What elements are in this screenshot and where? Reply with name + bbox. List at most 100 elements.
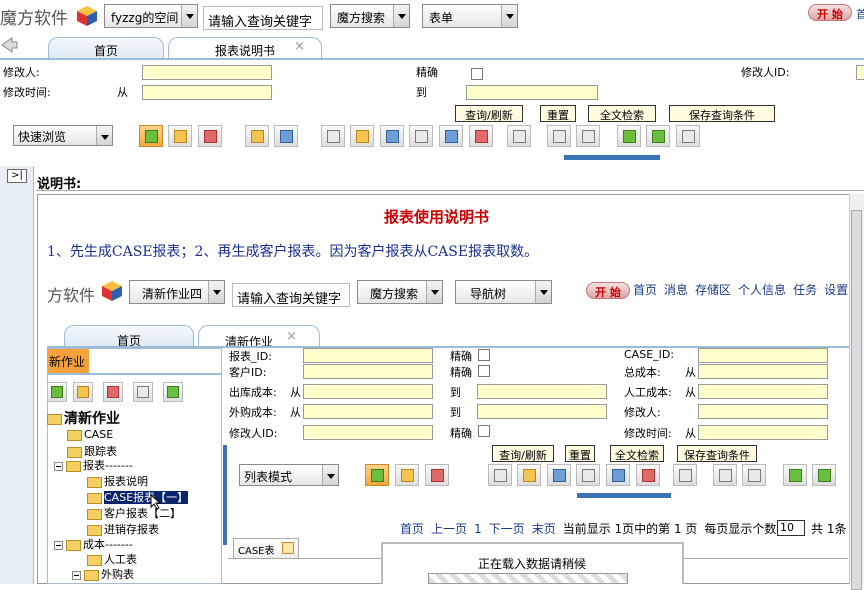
tree-delete-icon[interactable] — [103, 382, 123, 402]
tree-item-case-report[interactable]: CASE报表【一】 — [87, 489, 189, 505]
back-arrow-icon[interactable] — [0, 36, 18, 54]
delete-icon[interactable] — [198, 125, 222, 147]
inner-delete-icon[interactable] — [425, 464, 449, 486]
inner-filter-icon[interactable] — [673, 464, 697, 486]
filter-icon[interactable] — [507, 125, 531, 147]
refresh-icon[interactable] — [439, 125, 463, 147]
inner-copy-icon[interactable] — [395, 464, 419, 486]
out-cost-to-input[interactable] — [477, 384, 607, 399]
modifier-input[interactable] — [698, 404, 828, 419]
exact-checkbox[interactable] — [478, 349, 490, 361]
inner-play-icon[interactable] — [783, 464, 807, 486]
start-button[interactable]: 开 始 — [808, 4, 852, 21]
tree-export-icon[interactable] — [133, 382, 153, 402]
labor-cost-input[interactable] — [698, 384, 828, 399]
tree-item-cost[interactable]: 成本------- — [54, 536, 133, 552]
query-refresh-button[interactable]: 查询/刷新 — [455, 105, 523, 122]
side-tab-work[interactable]: 新作业 — [47, 349, 89, 373]
collapse-bar[interactable] — [564, 155, 660, 160]
inner-collapse-bar[interactable] — [577, 493, 671, 498]
pencil-icon[interactable] — [350, 125, 374, 147]
case-id-input[interactable] — [698, 348, 828, 363]
export-icon[interactable] — [547, 125, 571, 147]
nav-link-profile[interactable]: 个人信息 — [738, 283, 786, 297]
new-record-icon[interactable] — [139, 125, 163, 147]
view-mode-select[interactable]: 快速浏览 — [13, 125, 113, 146]
pager-prev[interactable]: 上一页 — [431, 522, 467, 536]
inner-image-icon[interactable] — [742, 464, 766, 486]
inner-refresh-icon[interactable] — [606, 464, 630, 486]
collapse-icon[interactable] — [54, 461, 63, 471]
nav-link-tasks[interactable]: 任务 — [793, 283, 817, 297]
inner-tab-work[interactable]: 清新作业 × — [198, 325, 320, 349]
exact-checkbox[interactable] — [478, 425, 490, 437]
edit-icon[interactable] — [245, 125, 269, 147]
tree-item-reports[interactable]: 报表------- — [54, 457, 133, 473]
step-icon[interactable] — [646, 125, 670, 147]
space-dropdown[interactable]: fyzzg的空间 — [104, 4, 198, 28]
close-icon[interactable]: × — [286, 329, 297, 344]
outsource-cost-from-input[interactable] — [303, 404, 433, 419]
nav-tree-dropdown[interactable]: 导航树 — [455, 280, 552, 304]
tree-new-icon[interactable] — [47, 382, 67, 402]
inner-start-button[interactable]: 开 始 — [586, 282, 630, 299]
inner-window-icon[interactable] — [636, 464, 660, 486]
out-cost-from-input[interactable] — [303, 384, 433, 399]
tree-play-icon[interactable] — [163, 382, 183, 402]
window-icon[interactable] — [469, 125, 493, 147]
modifier-input[interactable] — [142, 65, 272, 80]
inner-export-icon[interactable] — [713, 464, 737, 486]
tree-item-outsource[interactable]: 外购表 — [72, 566, 134, 582]
print-icon[interactable] — [321, 125, 345, 147]
inner-new-icon[interactable] — [365, 464, 389, 486]
total-cost-input[interactable] — [698, 364, 828, 379]
inner-reset-button[interactable]: 重置 — [565, 445, 595, 462]
collapse-icon[interactable] — [72, 570, 81, 580]
modified-time-to-input[interactable] — [466, 85, 598, 100]
modified-time-from-input[interactable] — [142, 85, 272, 100]
tree-item-customer-report[interactable]: 客户报表【二】 — [87, 505, 181, 521]
scrollbar-thumb[interactable] — [851, 210, 862, 590]
per-page-input[interactable]: 10 — [777, 520, 805, 536]
notes-icon[interactable] — [380, 125, 404, 147]
inner-search-input[interactable]: 请输入查询关键字 — [232, 283, 350, 307]
save-query-button[interactable]: 保存查询条件 — [669, 105, 775, 122]
inner-pencil-icon[interactable] — [517, 464, 541, 486]
tab-report-manual[interactable]: 报表说明书 × — [168, 37, 322, 59]
tab-home[interactable]: 首页 — [48, 37, 164, 59]
nav-link-messages[interactable]: 消息 — [664, 283, 688, 297]
exit-icon[interactable] — [676, 125, 700, 147]
image-icon[interactable] — [576, 125, 600, 147]
nav-link-home[interactable]: 首页 — [633, 283, 657, 297]
expand-icon[interactable]: >| — [7, 169, 27, 183]
exact-checkbox[interactable] — [478, 365, 490, 377]
inner-print-icon[interactable] — [488, 464, 512, 486]
form-dropdown[interactable]: 表单 — [422, 4, 518, 28]
nav-link-storage[interactable]: 存储区 — [695, 283, 731, 297]
tree-item-case[interactable]: CASE — [67, 428, 113, 441]
tree-item-report-manual[interactable]: 报表说明 — [87, 473, 148, 489]
calculator-icon[interactable] — [409, 125, 433, 147]
outsource-cost-to-input[interactable] — [477, 404, 607, 419]
tree-root[interactable]: 清新作业 — [47, 408, 120, 428]
inner-save-query-button[interactable]: 保存查询条件 — [677, 445, 757, 462]
modified-time-input[interactable] — [698, 425, 828, 440]
pager-last[interactable]: 末页 — [532, 522, 556, 536]
pager-first[interactable]: 首页 — [400, 522, 424, 536]
work-dropdown[interactable]: 清新作业四 — [129, 280, 225, 304]
inner-notes-icon[interactable] — [547, 464, 571, 486]
collapse-icon[interactable] — [54, 540, 63, 550]
case-table-tab[interactable]: CASE表 — [233, 538, 299, 558]
inner-fulltext-button[interactable]: 全文检索 — [610, 445, 664, 462]
splitter-bar[interactable] — [223, 445, 227, 545]
inner-view-mode-select[interactable]: 列表模式 — [239, 464, 339, 486]
play-icon[interactable] — [617, 125, 641, 147]
paste-icon[interactable] — [274, 125, 298, 147]
customer-id-input[interactable] — [303, 364, 433, 379]
close-icon[interactable]: × — [294, 39, 305, 54]
inner-calculator-icon[interactable] — [576, 464, 600, 486]
inner-search-button[interactable]: 魔方搜索 — [357, 280, 443, 304]
search-input[interactable]: 请输入查询关键字 — [203, 6, 323, 30]
fulltext-search-button[interactable]: 全文检索 — [588, 105, 656, 122]
tree-item-labor[interactable]: 人工表 — [87, 551, 137, 567]
